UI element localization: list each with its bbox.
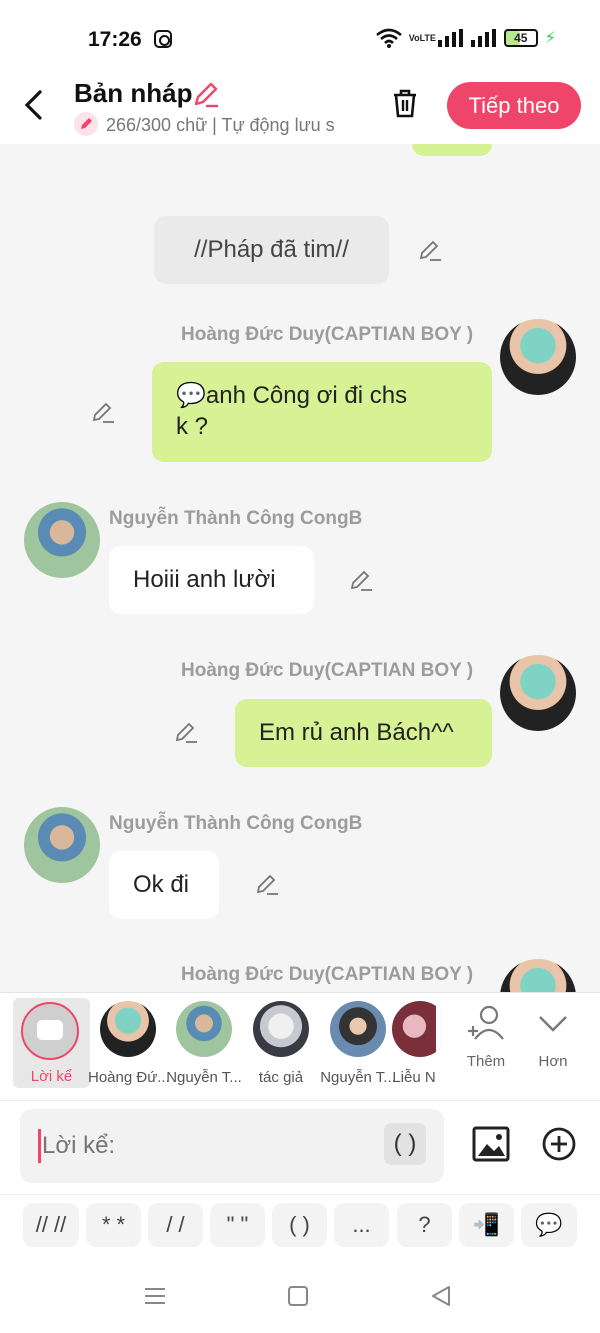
word-count-icon <box>74 112 98 136</box>
signal-icon-2 <box>470 29 496 47</box>
avatar <box>176 1001 232 1057</box>
message-bubble[interactable]: 💬anh Công ơi đi chs k ? <box>152 362 492 462</box>
chat-area[interactable]: //Pháp đã tim// Hoàng Đức Duy(CAPTIAN BO… <box>0 144 600 992</box>
message-author: Hoàng Đức Duy(CAPTIAN BOY ) <box>181 324 474 345</box>
avatar[interactable] <box>24 807 100 883</box>
symbol-button[interactable]: ? <box>397 1203 452 1247</box>
edit-message-icon[interactable] <box>91 400 115 424</box>
image-icon <box>472 1126 510 1162</box>
edit-message-icon[interactable] <box>174 720 198 744</box>
edit-title-icon[interactable] <box>192 80 220 113</box>
avatar[interactable] <box>500 319 576 395</box>
page-title: Bản nháp <box>74 78 193 108</box>
status-bar: 17:26 VoLTE 45 ⚡ <box>0 0 600 78</box>
avatar <box>100 1001 156 1057</box>
back-nav-icon[interactable] <box>430 1284 452 1308</box>
text-caret <box>38 1129 41 1163</box>
character-name: Nguyễn T... <box>320 1069 396 1086</box>
character-name: Hoàng Đứ... <box>88 1069 168 1086</box>
next-button[interactable]: Tiếp theo <box>447 82 581 129</box>
home-icon[interactable] <box>287 1285 309 1307</box>
avatar[interactable] <box>24 502 100 578</box>
volte-icon: VoLTE <box>408 32 436 43</box>
action-parentheses-button[interactable]: ( ) <box>384 1123 426 1165</box>
symbol-button[interactable]: ... <box>334 1203 389 1247</box>
message-bubble-partial[interactable] <box>412 144 492 156</box>
add-more-button[interactable] <box>541 1126 577 1167</box>
narrator-selector[interactable]: Lời kể <box>13 998 90 1088</box>
trash-icon <box>394 89 416 118</box>
edit-message-icon[interactable] <box>418 238 442 262</box>
add-character-button[interactable]: Thêm <box>456 1003 516 1070</box>
status-icons: VoLTE 45 ⚡ <box>375 28 556 48</box>
character-item[interactable]: Nguyễn T... <box>318 1001 398 1086</box>
charging-icon: ⚡ <box>544 30 556 47</box>
avatar[interactable] <box>500 655 576 731</box>
composer: ( ) <box>0 1100 600 1194</box>
character-bar: Lời kể Hoàng Đứ... Nguyễn T... tác giả N… <box>0 992 600 1100</box>
edit-message-icon[interactable] <box>255 872 279 896</box>
chat-bubble-button[interactable]: 💬 <box>521 1203 577 1247</box>
message-author: Hoàng Đức Duy(CAPTIAN BOY ) <box>181 964 474 985</box>
message-input-box[interactable]: ( ) <box>20 1109 444 1183</box>
add-character-label: Thêm <box>466 1053 506 1070</box>
character-item[interactable]: Liễu N <box>392 1001 436 1086</box>
battery-icon: 45 <box>503 29 538 47</box>
draft-header: Bản nháp 266/300 chữ | Tự động lưu s Tiế… <box>0 78 600 144</box>
message-bubble[interactable]: Em rủ anh Bách^^ <box>235 699 492 767</box>
system-nav-bar <box>0 1256 600 1333</box>
avatar <box>330 1001 386 1057</box>
back-arrow-icon <box>24 90 42 120</box>
more-label: Hơn <box>538 1053 568 1070</box>
delete-button[interactable] <box>388 86 422 125</box>
character-item[interactable]: Nguyễn T... <box>164 1001 244 1086</box>
instagram-icon <box>154 30 172 48</box>
message-author: Hoàng Đức Duy(CAPTIAN BOY ) <box>181 660 474 681</box>
message-text: k ? <box>176 413 209 440</box>
plus-circle-icon <box>542 1127 576 1161</box>
status-time: 17:26 <box>88 28 142 51</box>
symbol-button[interactable]: * * <box>86 1203 141 1247</box>
character-item[interactable]: Hoàng Đứ... <box>88 1001 168 1086</box>
narration-icon <box>21 1002 79 1060</box>
menu-icon[interactable] <box>144 1285 166 1307</box>
avatar <box>392 1001 436 1057</box>
narrator-label: Lời kể <box>30 1068 73 1085</box>
character-name: tác giả <box>258 1069 304 1086</box>
character-name: Liễu N <box>392 1069 436 1086</box>
message-author: Nguyễn Thành Công CongB <box>109 508 363 529</box>
message-input[interactable] <box>42 1132 382 1160</box>
edit-message-icon[interactable] <box>349 568 373 592</box>
word-count-status: 266/300 chữ | Tự động lưu s <box>106 115 335 135</box>
phone-message-button[interactable]: 📲 <box>459 1203 514 1247</box>
chevron-down-icon <box>539 1016 567 1032</box>
avatar <box>253 1001 309 1057</box>
symbol-button[interactable]: " " <box>210 1203 265 1247</box>
insert-image-button[interactable] <box>472 1126 510 1167</box>
signal-icon <box>437 29 463 47</box>
message-bubble[interactable]: Hoiii anh lười <box>109 546 314 614</box>
symbol-button[interactable]: ( ) <box>272 1203 327 1247</box>
more-characters-button[interactable]: Hơn <box>523 1003 583 1070</box>
narration-bubble[interactable]: //Pháp đã tim// <box>154 216 389 284</box>
symbol-button[interactable]: // // <box>23 1203 79 1247</box>
wifi-icon <box>375 28 402 48</box>
message-author: Nguyễn Thành Công CongB <box>109 813 363 834</box>
add-user-icon <box>468 1005 504 1040</box>
symbol-button[interactable]: / / <box>148 1203 203 1247</box>
back-button[interactable] <box>22 88 44 131</box>
message-bubble[interactable]: Ok đi <box>109 851 219 919</box>
avatar[interactable] <box>500 959 576 992</box>
symbol-shortcuts: // // * * / / " " ( ) ... ? 📲 💬 <box>0 1194 600 1256</box>
character-name: Nguyễn T... <box>166 1069 242 1086</box>
message-text: 💬anh Công ơi đi chs <box>176 382 408 409</box>
character-item[interactable]: tác giả <box>241 1001 321 1086</box>
